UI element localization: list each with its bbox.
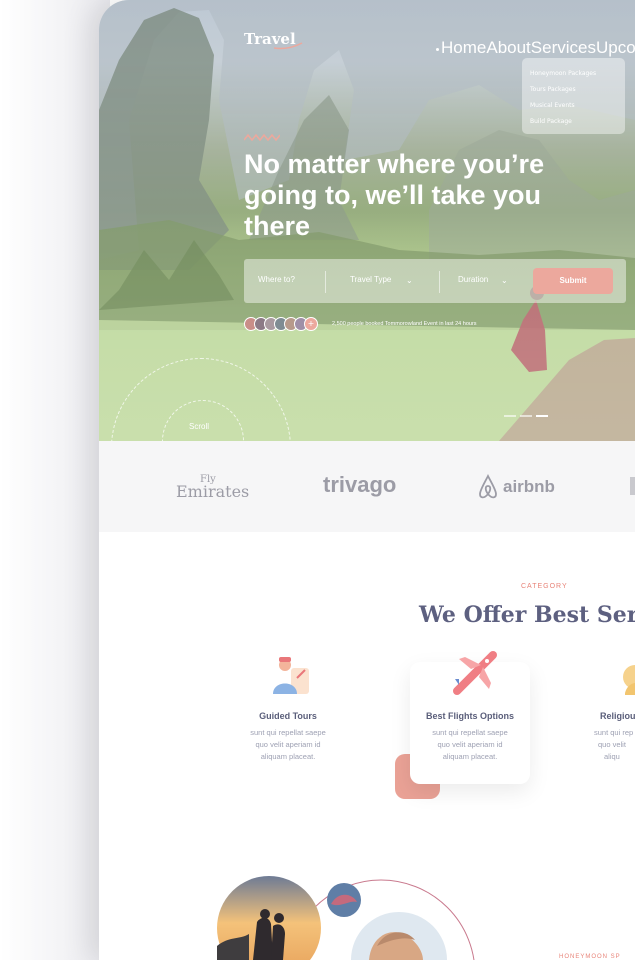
category-label: CATEGORY xyxy=(521,583,568,590)
service-desc-line: sunt qui repellat saepe xyxy=(250,728,326,737)
service-desc-line: sunt qui rep xyxy=(594,728,634,737)
services-dropdown: Honeymoon Packages Tours Packages Musica… xyxy=(522,58,625,134)
slider-dot-active[interactable] xyxy=(536,415,548,417)
brand-airbnb: airbnb xyxy=(503,477,555,496)
booked-avatars: + xyxy=(244,317,318,331)
dropdown-item-tours[interactable]: Tours Packages xyxy=(530,82,625,98)
search-bar: Where to? Travel Type ⌄ Duration ⌄ Submi… xyxy=(244,259,626,303)
search-divider xyxy=(439,271,440,293)
partner-brands: Fly Emirates trivago airbnb xyxy=(99,441,635,532)
page-shadow xyxy=(0,0,110,960)
service-title: Best Flights Options xyxy=(425,711,514,721)
brand-trivago: trivago xyxy=(323,472,397,497)
scroll-button[interactable]: Scroll xyxy=(189,422,209,431)
dropdown-item-build[interactable]: Build Package xyxy=(530,114,625,130)
main-nav: Home About Services Upcom xyxy=(435,38,635,58)
honeymoon-label: HONEYMOON SP xyxy=(559,954,621,960)
service-desc-line: quo velit aperiam id xyxy=(255,740,321,749)
brand-emirates: Emirates xyxy=(176,482,250,501)
service-desc: sunt qui rep quo velit aliqu xyxy=(579,727,635,763)
avatars-more-badge[interactable]: + xyxy=(304,317,318,331)
service-card-best-flights[interactable]: Best Flights Options sunt qui repellat s… xyxy=(405,711,535,763)
search-divider xyxy=(325,271,326,293)
chevron-down-icon[interactable]: ⌄ xyxy=(501,276,508,285)
service-desc-line: aliquam placeat. xyxy=(260,752,316,761)
service-desc-line: quo velit aperiam id xyxy=(437,740,503,749)
nav-item-about[interactable]: About xyxy=(486,38,530,58)
chevron-down-icon[interactable]: ⌄ xyxy=(406,276,413,285)
slider-dot[interactable] xyxy=(520,415,532,417)
service-desc: sunt qui repellat saepe quo velit aperia… xyxy=(405,727,535,763)
service-title: Guided Tours xyxy=(259,711,317,721)
slider-indicator xyxy=(504,415,548,417)
service-title: Religiou xyxy=(600,711,635,721)
religious-icon xyxy=(623,665,635,695)
zigzag-decoration-icon xyxy=(244,133,280,141)
service-desc-line: sunt qui repellat saepe xyxy=(432,728,508,737)
hero-headline: No matter where you’re going to, we’ll t… xyxy=(244,149,545,241)
submit-button[interactable]: Submit xyxy=(533,268,613,294)
category-title: We Offer Best Servic xyxy=(419,602,635,628)
duration-select[interactable]: Duration xyxy=(458,275,488,284)
dropdown-item-musical[interactable]: Musical Events xyxy=(530,98,625,114)
service-desc-line: aliquam placeat. xyxy=(442,752,498,761)
nav-item-services[interactable]: Services xyxy=(531,38,596,58)
guided-tours-icon xyxy=(273,657,309,694)
booked-text: 2,500 people booked Tommorowland Event i… xyxy=(332,321,477,327)
nav-item-upcoming[interactable]: Upcom xyxy=(596,38,635,58)
logo-swoosh-icon xyxy=(274,42,303,50)
service-card-guided-tours[interactable]: Guided Tours sunt qui repellat saepe quo… xyxy=(223,711,353,763)
hero-section: Travel Home About Services Upcom Honeymo… xyxy=(99,0,635,441)
service-desc-line: aliqu xyxy=(604,752,620,761)
brand-partial xyxy=(630,477,635,495)
slider-dot[interactable] xyxy=(504,415,516,417)
service-desc: sunt qui repellat saepe quo velit aperia… xyxy=(223,727,353,763)
honeymoon-images xyxy=(217,876,475,960)
airbnb-logo-icon xyxy=(479,474,497,499)
dropdown-item-honeymoon[interactable]: Honeymoon Packages xyxy=(530,66,625,82)
travel-type-select[interactable]: Travel Type xyxy=(350,275,391,284)
nav-item-home[interactable]: Home xyxy=(435,38,486,58)
where-to-input[interactable]: Where to? xyxy=(258,275,295,284)
service-desc-line: quo velit xyxy=(598,740,626,749)
airplane-icon xyxy=(453,651,497,695)
service-card-religious[interactable]: Religiou sunt qui rep quo velit aliqu xyxy=(579,711,635,763)
landing-page: Travel Home About Services Upcom Honeymo… xyxy=(99,0,635,960)
